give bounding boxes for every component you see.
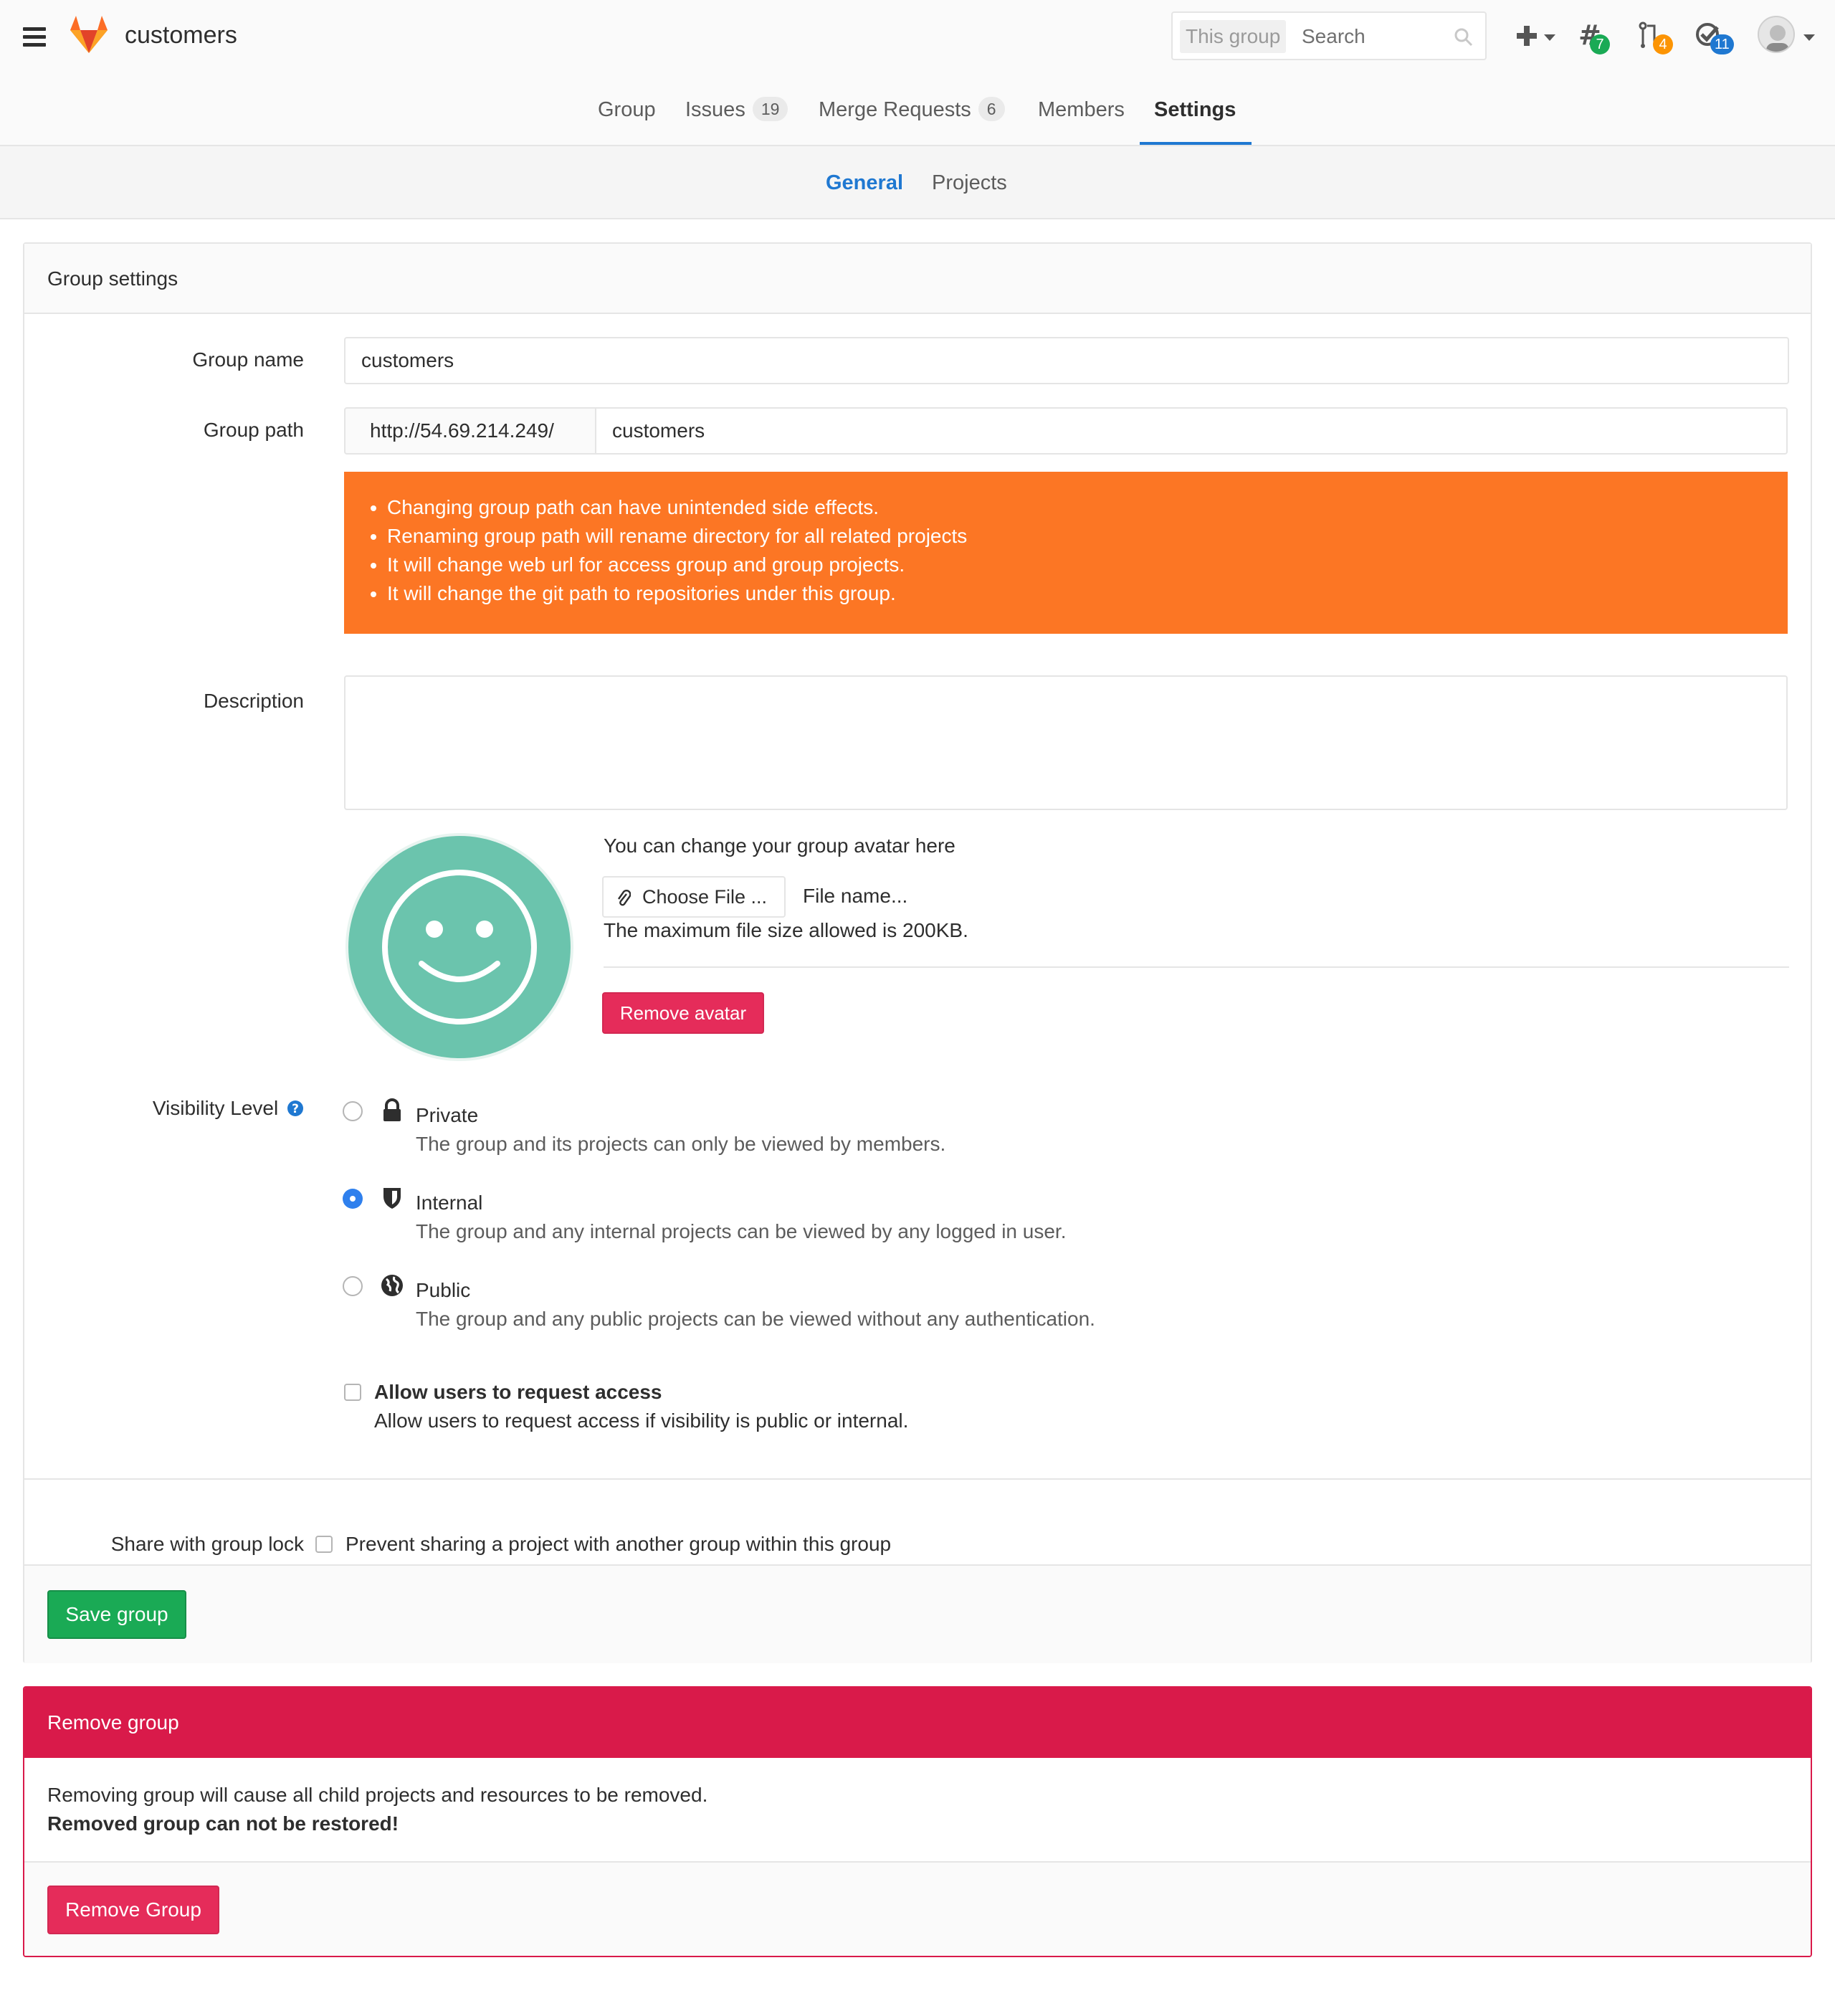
todos-shortcut[interactable]: 11 — [1695, 20, 1740, 54]
issues-shortcut[interactable]: # 7 — [1577, 20, 1611, 54]
avatar-divider — [604, 966, 1789, 968]
panel-header: Group settings — [24, 244, 1811, 314]
todos-badge: 11 — [1710, 34, 1734, 54]
save-group-button[interactable]: Save group — [47, 1590, 186, 1639]
chevron-down-icon[interactable] — [1803, 34, 1815, 41]
subnav-general[interactable]: General — [826, 165, 903, 201]
visibility-public-radio[interactable] — [343, 1276, 363, 1296]
tab-settings[interactable]: Settings — [1154, 92, 1236, 128]
choose-file-button[interactable]: Choose File ... — [602, 876, 786, 918]
visibility-public-desc: The group and any public projects can be… — [416, 1308, 1095, 1330]
remove-avatar-button[interactable]: Remove avatar — [602, 992, 764, 1034]
tab-group-label: Group — [598, 98, 656, 121]
request-access-desc: Allow users to request access if visibil… — [374, 1409, 909, 1432]
visibility-private-radio[interactable] — [343, 1101, 363, 1121]
visibility-internal-desc: The group and any internal projects can … — [416, 1220, 1067, 1242]
merge-requests-shortcut[interactable]: 4 — [1637, 20, 1673, 54]
description-textarea[interactable] — [344, 675, 1788, 810]
merge-requests-badge: 4 — [1653, 34, 1673, 54]
remove-group-irreversible: Removed group can not be restored! — [47, 1812, 399, 1835]
tab-merge-requests-label: Merge Requests — [819, 98, 971, 121]
user-face-icon — [1766, 25, 1789, 52]
tab-members[interactable]: Members — [1038, 92, 1125, 128]
tab-merge-requests[interactable]: Merge Requests 6 — [819, 92, 1005, 128]
remove-group-footer: Remove Group — [24, 1861, 1811, 1956]
tab-issues[interactable]: Issues 19 — [685, 92, 788, 128]
tab-members-label: Members — [1038, 98, 1125, 121]
menu-icon[interactable] — [23, 27, 46, 47]
warning-item: Renaming group path will rename director… — [387, 522, 967, 551]
chevron-down-icon — [1544, 34, 1555, 41]
group-settings-panel: Group settings Group name customers Grou… — [23, 242, 1812, 1663]
issues-count: 19 — [752, 97, 788, 121]
merge-requests-count: 6 — [978, 97, 1005, 121]
group-nav: Group Issues 19 Merge Requests 6 Members S… — [0, 75, 1835, 145]
smiley-icon — [382, 870, 537, 1024]
search-icon — [1454, 28, 1473, 47]
visibility-internal-title: Internal — [416, 1192, 483, 1214]
request-access-title: Allow users to request access — [374, 1381, 662, 1403]
brand-title[interactable]: customers — [125, 17, 237, 53]
settings-subnav: General Projects — [0, 146, 1835, 219]
visibility-label: Visibility Level ? — [153, 1094, 304, 1123]
remove-group-warning: Removing group will cause all child proj… — [47, 1784, 708, 1806]
paperclip-icon — [618, 890, 631, 906]
group-path-label: Group path — [203, 419, 304, 441]
new-item-dropdown[interactable] — [1515, 22, 1555, 53]
remove-group-panel: Remove group Removing group will cause a… — [23, 1686, 1812, 1957]
user-avatar[interactable] — [1758, 16, 1795, 53]
plus-icon — [1517, 26, 1537, 46]
description-label: Description — [203, 690, 304, 712]
tab-settings-label: Settings — [1154, 98, 1236, 121]
visibility-private-title: Private — [416, 1104, 479, 1126]
visibility-private-desc: The group and its projects can only be v… — [416, 1133, 946, 1155]
panel-title: Group settings — [47, 267, 178, 290]
request-access-checkbox[interactable] — [344, 1384, 361, 1401]
max-file-size-text: The maximum file size allowed is 200KB. — [604, 919, 968, 941]
active-tab-indicator — [1140, 142, 1252, 145]
visibility-public-title: Public — [416, 1279, 471, 1301]
share-lock-desc: Prevent sharing a project with another g… — [345, 1533, 892, 1555]
svg-text:?: ? — [292, 1102, 299, 1116]
top-header: customers This group Search # 7 4 11 Gro… — [0, 0, 1835, 146]
subnav-projects[interactable]: Projects — [932, 165, 1007, 201]
visibility-label-text: Visibility Level — [152, 1097, 279, 1119]
gitlab-logo-icon[interactable] — [67, 14, 110, 54]
warning-item: It will change web url for access group … — [387, 551, 967, 579]
warning-item: It will change the git path to repositor… — [387, 579, 967, 608]
remove-group-title: Remove group — [47, 1711, 179, 1734]
tab-issues-label: Issues — [685, 98, 745, 121]
issues-badge: 7 — [1590, 34, 1610, 54]
path-change-warning: Changing group path can have unintended … — [344, 472, 1788, 634]
visibility-internal-radio[interactable] — [343, 1189, 363, 1209]
globe-icon — [381, 1275, 403, 1296]
lock-icon — [383, 1098, 401, 1121]
search-input[interactable]: Search — [1302, 20, 1365, 53]
group-path-prefix: http://54.69.214.249/ — [344, 407, 596, 455]
warning-item: Changing group path can have unintended … — [387, 493, 967, 522]
panel-footer: Save group — [24, 1564, 1811, 1663]
file-name-text: File name... — [803, 885, 908, 907]
group-avatar — [345, 833, 573, 1061]
choose-file-label: Choose File ... — [642, 886, 768, 908]
search-scope[interactable]: This group — [1180, 20, 1287, 53]
shield-icon — [383, 1188, 401, 1209]
group-name-label: Group name — [192, 348, 304, 371]
remove-group-button[interactable]: Remove Group — [47, 1886, 219, 1934]
avatar-help-text: You can change your group avatar here — [604, 835, 955, 857]
share-lock-label: Share with group lock — [110, 1533, 304, 1555]
search-box[interactable]: This group Search — [1171, 11, 1487, 60]
help-question-icon[interactable]: ? — [287, 1100, 304, 1117]
share-lock-checkbox[interactable] — [315, 1536, 333, 1553]
section-divider — [24, 1478, 1811, 1480]
remove-group-header: Remove group — [24, 1688, 1811, 1758]
tab-group[interactable]: Group — [598, 92, 656, 128]
group-name-input[interactable]: customers — [344, 337, 1789, 384]
group-path-input[interactable]: customers — [595, 407, 1788, 455]
